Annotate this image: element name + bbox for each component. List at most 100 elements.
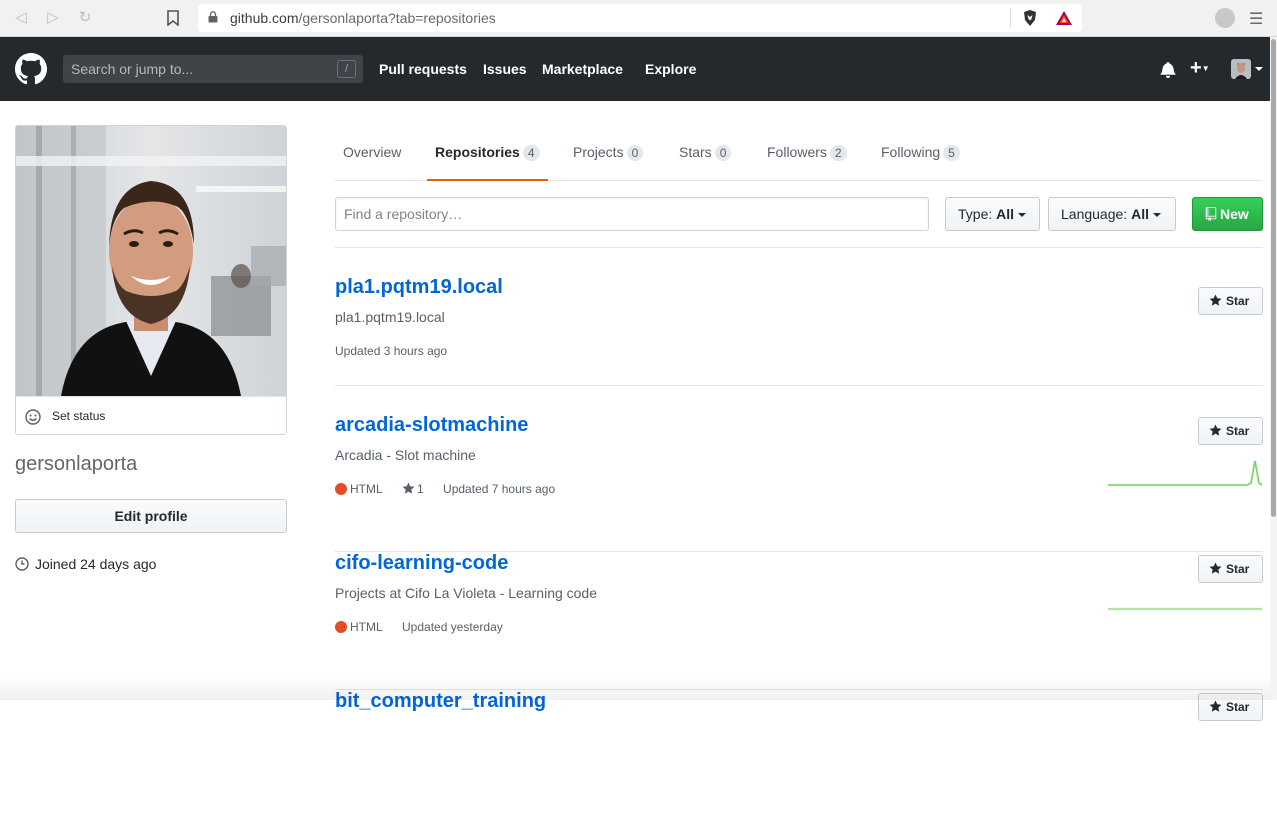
set-status-button[interactable]: Set status bbox=[16, 396, 286, 434]
find-repository-input[interactable] bbox=[335, 197, 929, 231]
star-button[interactable]: Star bbox=[1198, 555, 1263, 583]
plus-icon: + bbox=[1190, 57, 1202, 79]
tab-count: 4 bbox=[522, 145, 540, 161]
chevron-down-icon bbox=[1018, 213, 1027, 218]
nav-pull-requests[interactable]: Pull requests bbox=[379, 61, 467, 77]
tab-following[interactable]: Following 5 bbox=[881, 144, 960, 181]
repo-star-count: 1 bbox=[417, 482, 424, 496]
repo-meta: HTML 1 Updated 7 hours ago bbox=[335, 482, 571, 496]
repo-description: Arcadia - Slot machine bbox=[335, 447, 476, 463]
profile-username: gersonlaporta bbox=[15, 453, 138, 475]
notifications-bell-icon[interactable] bbox=[1160, 61, 1176, 78]
url-path: /gersonlaporta?tab=repositories bbox=[298, 10, 496, 26]
tab-count: 0 bbox=[626, 145, 644, 161]
tab-projects[interactable]: Projects 0 bbox=[573, 144, 644, 181]
repo-list-item: cifo-learning-code Projects at Cifo La V… bbox=[335, 552, 1263, 690]
repo-updated: Updated 7 hours ago bbox=[443, 482, 556, 496]
type-filter-select[interactable]: Type: All bbox=[945, 197, 1040, 231]
page-scrollbar[interactable] bbox=[1270, 37, 1277, 700]
repo-language: HTML bbox=[335, 620, 383, 634]
address-bar[interactable]: github.com/gersonlaporta?tab=repositorie… bbox=[198, 4, 1082, 32]
chevron-down-icon: ▼ bbox=[1201, 64, 1210, 74]
tab-stars[interactable]: Stars 0 bbox=[679, 144, 732, 181]
tab-label: Repositories bbox=[435, 144, 520, 160]
nav-marketplace[interactable]: Marketplace bbox=[542, 61, 623, 77]
nav-issues[interactable]: Issues bbox=[483, 61, 527, 77]
clock-icon bbox=[15, 557, 29, 571]
star-icon bbox=[1209, 424, 1222, 436]
repo-icon bbox=[1205, 207, 1217, 221]
set-status-label: Set status bbox=[52, 409, 106, 423]
create-new-menu[interactable]: +▼ bbox=[1190, 57, 1210, 80]
joined-info: Joined 24 days ago bbox=[15, 556, 156, 572]
profile-photo bbox=[16, 126, 286, 396]
edit-profile-button[interactable]: Edit profile bbox=[15, 499, 287, 533]
tab-count: 0 bbox=[714, 145, 732, 161]
search-shortcut-hint: / bbox=[337, 60, 356, 78]
type-filter-value: All bbox=[996, 206, 1015, 222]
tab-label: Projects bbox=[573, 144, 624, 160]
chevron-down-icon bbox=[1152, 213, 1161, 218]
url-text: github.com/gersonlaporta?tab=repositorie… bbox=[230, 10, 496, 26]
search-input[interactable] bbox=[63, 55, 363, 83]
activity-sparkline bbox=[1108, 607, 1262, 611]
star-button[interactable]: Star bbox=[1198, 287, 1263, 315]
type-filter-label: Type: bbox=[958, 206, 993, 222]
repo-stargazers[interactable]: 1 bbox=[402, 482, 424, 496]
scrollbar-thumb[interactable] bbox=[1271, 39, 1276, 517]
tab-followers[interactable]: Followers 2 bbox=[767, 144, 847, 181]
github-header: / Pull requests Issues Marketplace Explo… bbox=[0, 37, 1270, 101]
language-filter-value: All bbox=[1131, 206, 1149, 222]
bookmark-icon[interactable] bbox=[167, 10, 179, 26]
github-logo-icon[interactable] bbox=[15, 53, 47, 85]
new-button-label: New bbox=[1220, 206, 1249, 222]
smiley-icon bbox=[25, 409, 41, 425]
profile-tabs: Overview Repositories 4 Projects 0 Stars 0 … bbox=[335, 140, 1263, 181]
star-icon bbox=[402, 482, 415, 494]
language-color-dot bbox=[335, 621, 347, 633]
star-label: Star bbox=[1226, 700, 1250, 714]
rewards-triangle-icon[interactable] bbox=[1055, 10, 1073, 26]
search-box[interactable]: / bbox=[63, 55, 363, 83]
repo-name-link[interactable]: bit_computer_training bbox=[335, 690, 546, 713]
back-icon[interactable]: ◁ bbox=[13, 10, 29, 26]
star-button[interactable]: Star bbox=[1198, 693, 1263, 721]
repo-name-link[interactable]: pla1.pqtm19.local bbox=[335, 276, 503, 299]
tab-repositories[interactable]: Repositories 4 bbox=[427, 144, 548, 181]
forward-icon[interactable]: ▷ bbox=[45, 10, 61, 26]
tab-label: Stars bbox=[679, 144, 712, 160]
tab-label: Overview bbox=[343, 144, 402, 160]
star-button[interactable]: Star bbox=[1198, 417, 1263, 445]
browser-menu-icon[interactable]: ☰ bbox=[1249, 9, 1263, 29]
star-label: Star bbox=[1226, 562, 1250, 576]
avatar-chevron-down-icon[interactable] bbox=[1255, 67, 1263, 71]
joined-text: Joined 24 days ago bbox=[35, 556, 157, 572]
address-separator bbox=[1010, 8, 1011, 28]
repo-list-item: arcadia-slotmachine Arcadia - Slot machi… bbox=[335, 414, 1263, 552]
reload-icon[interactable]: ↻ bbox=[77, 10, 93, 26]
new-repository-button[interactable]: New bbox=[1192, 197, 1263, 231]
brave-shield-icon[interactable] bbox=[1022, 9, 1038, 27]
profile-avatar-card: Set status bbox=[15, 125, 287, 435]
repo-name-link[interactable]: cifo-learning-code bbox=[335, 552, 508, 575]
star-label: Star bbox=[1226, 294, 1250, 308]
repo-language: HTML bbox=[335, 482, 383, 496]
language-filter-select[interactable]: Language: All bbox=[1048, 197, 1176, 231]
tab-label: Followers bbox=[767, 144, 827, 160]
lock-icon bbox=[208, 11, 218, 23]
browser-profile-icon[interactable] bbox=[1215, 8, 1235, 28]
repo-description: pla1.pqtm19.local bbox=[335, 309, 445, 325]
tab-count: 2 bbox=[829, 145, 847, 161]
repo-list-item: bit_computer_training Star bbox=[335, 690, 1263, 828]
user-avatar[interactable] bbox=[1231, 59, 1251, 79]
nav-explore[interactable]: Explore bbox=[645, 61, 696, 77]
repo-list-item: pla1.pqtm19.local pla1.pqtm19.local Upda… bbox=[335, 276, 1263, 386]
repo-language-label: HTML bbox=[350, 482, 383, 496]
tab-overview[interactable]: Overview bbox=[343, 144, 401, 181]
repo-updated: Updated yesterday bbox=[402, 620, 503, 634]
repo-name-link[interactable]: arcadia-slotmachine bbox=[335, 414, 528, 437]
language-filter-label: Language: bbox=[1061, 206, 1128, 222]
filter-divider bbox=[335, 247, 1263, 248]
browser-toolbar: ◁ ▷ ↻ github.com/gersonlaporta?tab=repos… bbox=[0, 0, 1277, 37]
language-color-dot bbox=[335, 483, 347, 495]
